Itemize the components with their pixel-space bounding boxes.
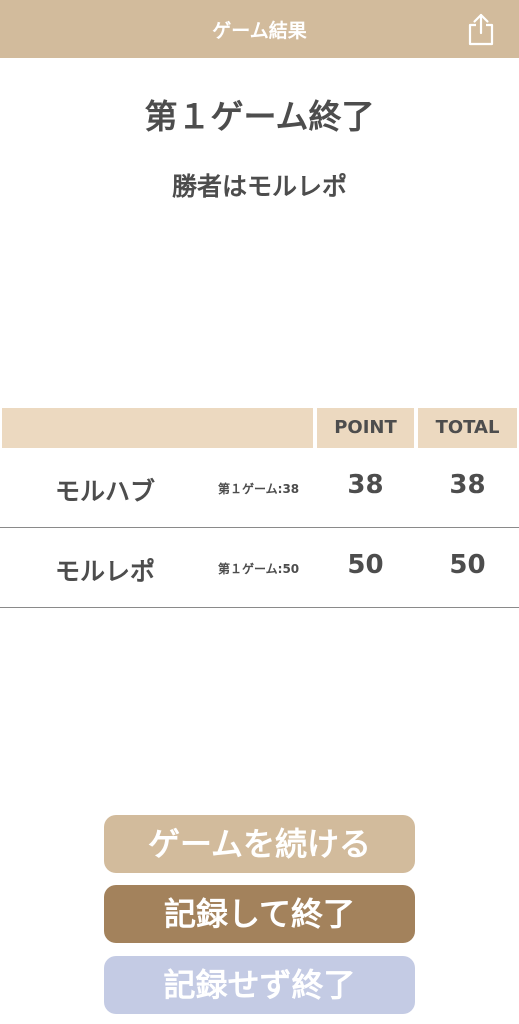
app-header: ゲーム結果: [0, 0, 519, 58]
header-title: ゲーム結果: [212, 20, 307, 42]
player-name: モルハブ: [55, 477, 156, 506]
table-header: POINT TOTAL: [0, 406, 519, 448]
game-title: 第１ゲーム終了: [144, 97, 375, 136]
finish-without-saving-button[interactable]: 記録せず終了: [104, 956, 415, 1014]
winner-text: 勝者はモルレポ: [171, 172, 347, 201]
column-header-name: [2, 408, 313, 448]
point-value: 38: [347, 470, 384, 500]
share-icon[interactable]: [465, 12, 497, 46]
continue-game-button[interactable]: ゲームを続ける: [104, 815, 415, 873]
table-row: モルレポ 第１ゲーム:50 50 50: [0, 528, 519, 608]
round-history: 第１ゲーム:50: [218, 562, 300, 576]
point-value: 50: [347, 550, 384, 580]
table-row: モルハブ 第１ゲーム:38 38 38: [0, 448, 519, 528]
column-header-total: TOTAL: [418, 408, 517, 448]
save-and-finish-button[interactable]: 記録して終了: [104, 885, 415, 943]
player-name: モルレポ: [55, 557, 156, 586]
column-header-point: POINT: [317, 408, 414, 448]
total-value: 38: [449, 470, 486, 500]
score-table: POINT TOTAL モルハブ 第１ゲーム:38 38 38 モルレポ 第１ゲ…: [0, 406, 519, 608]
total-value: 50: [449, 550, 486, 580]
round-history: 第１ゲーム:38: [218, 482, 300, 496]
